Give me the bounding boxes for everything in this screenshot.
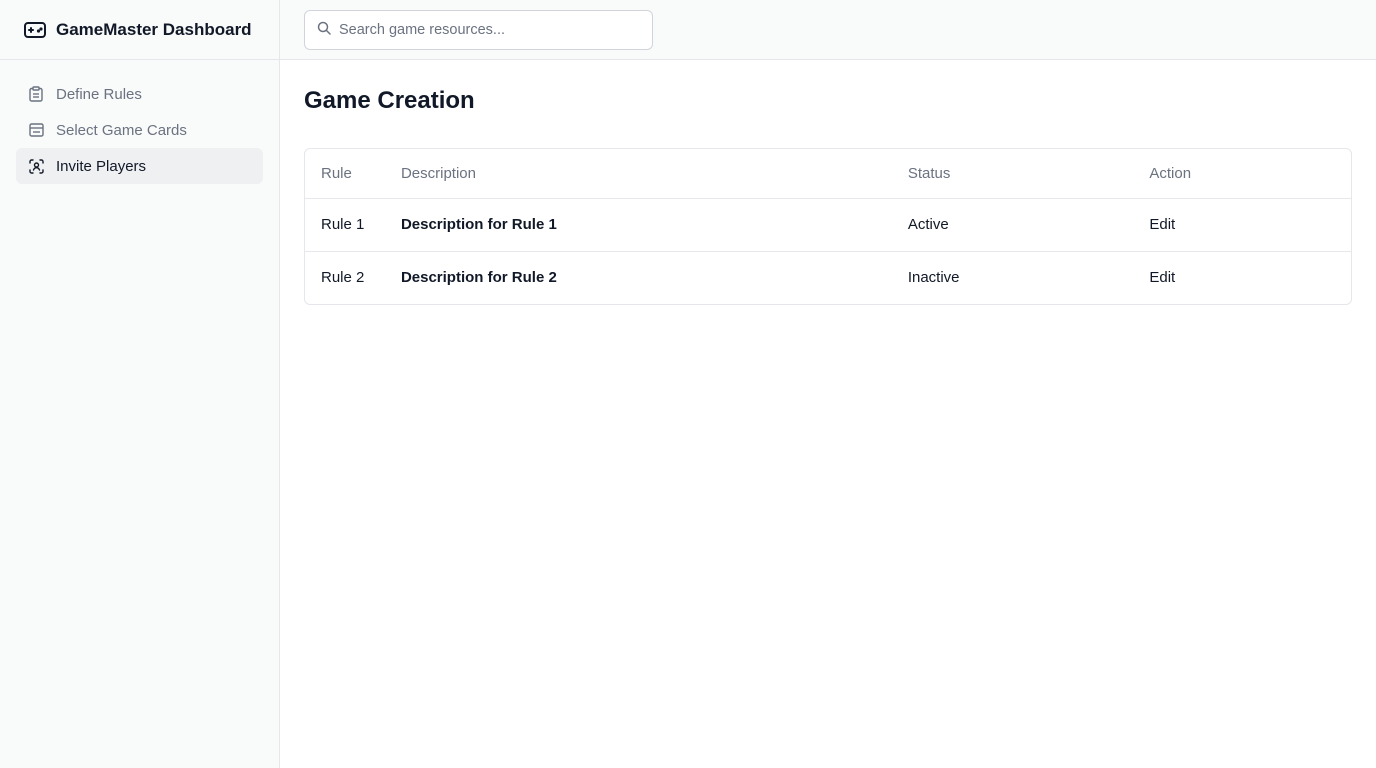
table-row: Rule 2 Description for Rule 2 Inactive E… bbox=[305, 250, 1351, 304]
clipboard-icon bbox=[28, 86, 44, 102]
status-cell: Active bbox=[907, 216, 949, 233]
sidebar-item-label: Define Rules bbox=[56, 85, 142, 103]
edit-link[interactable]: Edit bbox=[1133, 250, 1351, 304]
table-header-row: Rule Description Status Action bbox=[305, 149, 1351, 199]
column-header-description: Description bbox=[384, 149, 892, 199]
description-cell: Description for Rule 1 bbox=[400, 216, 557, 233]
column-header-status: Status bbox=[891, 149, 1134, 199]
rule-cell: Rule 2 bbox=[305, 250, 385, 304]
column-header-rule: Rule bbox=[305, 149, 385, 199]
column-header-action: Action bbox=[1133, 149, 1351, 199]
rule-cell: Rule 1 bbox=[321, 216, 365, 233]
brand-title: GameMaster Dashboard bbox=[56, 19, 252, 39]
gamepad-icon bbox=[24, 19, 46, 41]
sidebar: GameMaster Dashboard Define Rules Select… bbox=[0, 0, 280, 768]
description-cell: Description for Rule 2 bbox=[384, 250, 892, 304]
search-icon bbox=[317, 21, 331, 35]
page-title: Game Creation bbox=[304, 87, 475, 114]
main-content: Game Creation Rule Description Status Ac… bbox=[304, 60, 1352, 305]
sidebar-nav: Define Rules Select Game Cards Invite Pl… bbox=[0, 60, 279, 200]
status-cell: Inactive bbox=[891, 250, 1134, 304]
sidebar-item-define-rules[interactable]: Define Rules bbox=[16, 76, 263, 112]
sidebar-item-invite-players[interactable]: Invite Players bbox=[16, 148, 263, 184]
rules-table: Rule Description Status Action Rule 1 De… bbox=[304, 148, 1352, 305]
scan-user-icon bbox=[28, 158, 44, 174]
search-input[interactable] bbox=[339, 22, 629, 38]
sidebar-item-select-game-cards[interactable]: Select Game Cards bbox=[16, 112, 263, 148]
topbar bbox=[280, 0, 1376, 60]
card-stack-icon bbox=[28, 122, 44, 138]
search-box[interactable] bbox=[304, 10, 653, 50]
brand: GameMaster Dashboard bbox=[0, 0, 279, 60]
sidebar-item-label: Invite Players bbox=[56, 157, 147, 175]
sidebar-item-label: Select Game Cards bbox=[56, 121, 187, 139]
edit-link[interactable]: Edit bbox=[1133, 198, 1351, 251]
table-row: Rule 1 Description for Rule 1 Active Edi… bbox=[305, 198, 1351, 251]
